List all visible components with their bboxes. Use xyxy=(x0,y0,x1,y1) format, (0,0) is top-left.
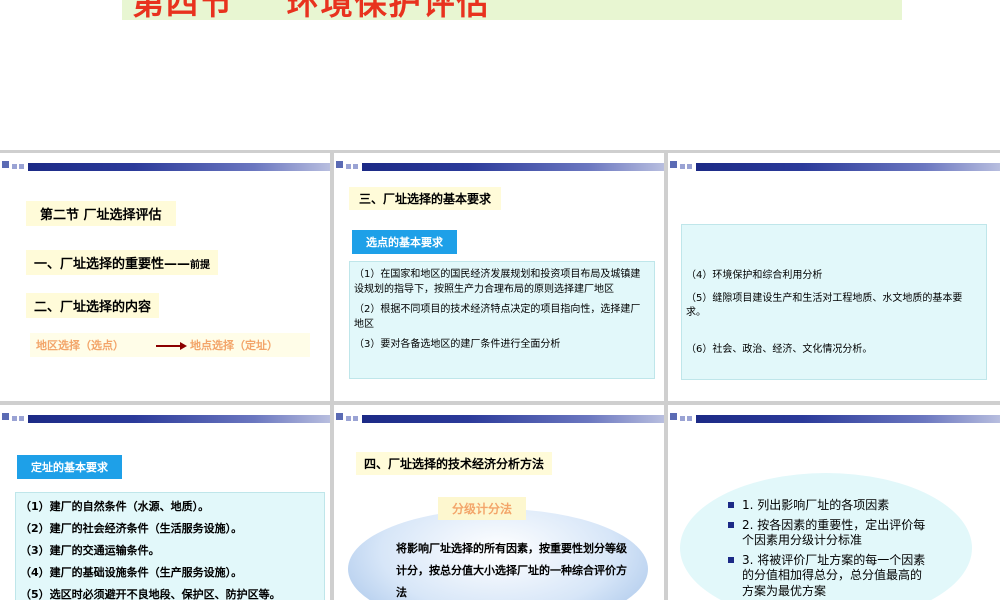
region-selection: 地区选择（选点） xyxy=(36,339,124,352)
slide-header-decoration xyxy=(334,161,664,171)
requirement-item: （1）在国家和地区的国民经济发展规划和投资项目布局及城镇建设规划的指导下，按照生… xyxy=(354,269,641,295)
requirement-item: （2）根据不同项目的技术经济特点决定的项目指向性，选择建厂地区 xyxy=(354,304,641,330)
title-banner: 第四节 环境保护评估 xyxy=(122,0,902,20)
site-requirements-box: （1）建厂的自然条件（水源、地质）。 （2）建厂的社会经济条件（生活服务设施）。… xyxy=(15,492,325,600)
requirements-heading: 三、厂址选择的基本要求 xyxy=(349,187,502,210)
slide-header-decoration xyxy=(334,413,664,423)
method-description: 将影响厂址选择的所有因素，按重要性划分等级计分，按总分值大小选择厂址的一种综合评… xyxy=(396,542,627,599)
section-title: 第二节 厂址选择评估 xyxy=(26,201,176,226)
slide-header-decoration xyxy=(0,161,330,171)
step-item: 3. 将被评价厂址方案的每一个因素的分值相加得总分，总分值最高的方案为最优方案 xyxy=(728,553,928,600)
page-title: 第四节 环境保护评估 xyxy=(132,0,491,20)
importance-main: 一、厂址选择的重要性—— xyxy=(34,257,191,272)
method-name: 分级计分法 xyxy=(452,502,513,516)
slide-3[interactable]: （4）环境保护和综合利用分析 （5）缝隙项目建设生产和生活对工程地质、水文地质的… xyxy=(668,153,1000,401)
slide-2[interactable]: 三、厂址选择的基本要求 选点的基本要求 （1）在国家和地区的国民经济发展规划和投… xyxy=(334,153,664,401)
slide-header-decoration xyxy=(668,161,1000,171)
requirements-box: （1）在国家和地区的国民经济发展规划和投资项目布局及城镇建设规划的指导下，按照生… xyxy=(349,261,655,379)
site-requirement-item: （5）选区时必须避开不良地段、保护区、防护区等。 xyxy=(20,587,281,600)
site-requirement-item: （3）建厂的交通运输条件。 xyxy=(20,543,160,557)
slide-5[interactable]: 四、厂址选择的技术经济分析方法 分级计分法 将影响厂址选择的所有因素，按重要性划… xyxy=(334,405,664,600)
requirements-box-continued: （4）环境保护和综合利用分析 （5）缝隙项目建设生产和生活对工程地质、水文地质的… xyxy=(681,224,987,380)
method-name-label: 分级计分法 xyxy=(438,497,527,520)
site-requirement-item: （1）建厂的自然条件（水源、地质）。 xyxy=(20,500,210,513)
method-heading: 四、厂址选择的技术经济分析方法 xyxy=(356,452,553,475)
site-selection: 地点选择（定址） xyxy=(190,339,278,352)
arrow-right-icon xyxy=(156,342,187,350)
requirement-item: （5）缝隙项目建设生产和生活对工程地质、水文地质的基本要求。 xyxy=(686,292,963,319)
selection-flow: 地区选择（选点） 地点选择（定址） xyxy=(30,333,310,357)
requirement-item: （6）社会、政治、经济、文化情况分析。 xyxy=(686,344,873,355)
slide-header-decoration xyxy=(0,413,330,423)
site-requirement-item: （4）建厂的基础设施条件（生产服务设施）。 xyxy=(20,565,243,579)
slide-1[interactable]: 第二节 厂址选择评估 一、厂址选择的重要性——前提 二、厂址选择的内容 地区选择… xyxy=(0,153,330,401)
site-requirement-item: （2）建厂的社会经济条件（生活服务设施）。 xyxy=(20,521,243,535)
site-location-badge: 定址的基本要求 xyxy=(17,455,122,479)
slide-header-decoration xyxy=(668,413,1000,423)
steps-list: 1. 列出影响厂址的各项因素 2. 按各因素的重要性，定出评价每个因素用分级计分… xyxy=(728,498,928,600)
requirement-item: （3）要对各备选地区的建厂条件进行全面分析 xyxy=(354,339,561,350)
requirement-item: （4）环境保护和综合利用分析 xyxy=(686,270,823,281)
site-point-badge: 选点的基本要求 xyxy=(352,230,457,254)
step-item: 1. 列出影响厂址的各项因素 xyxy=(728,498,928,514)
slide-4[interactable]: 定址的基本要求 （1）建厂的自然条件（水源、地质）。 （2）建厂的社会经济条件（… xyxy=(0,405,330,600)
content-label: 二、厂址选择的内容 xyxy=(26,293,160,318)
slide-6[interactable]: 1. 列出影响厂址的各项因素 2. 按各因素的重要性，定出评价每个因素用分级计分… xyxy=(668,405,1000,600)
importance-label: 一、厂址选择的重要性——前提 xyxy=(26,250,219,275)
importance-suffix: 前提 xyxy=(190,260,211,271)
step-item: 2. 按各因素的重要性，定出评价每个因素用分级计分标准 xyxy=(728,518,928,549)
